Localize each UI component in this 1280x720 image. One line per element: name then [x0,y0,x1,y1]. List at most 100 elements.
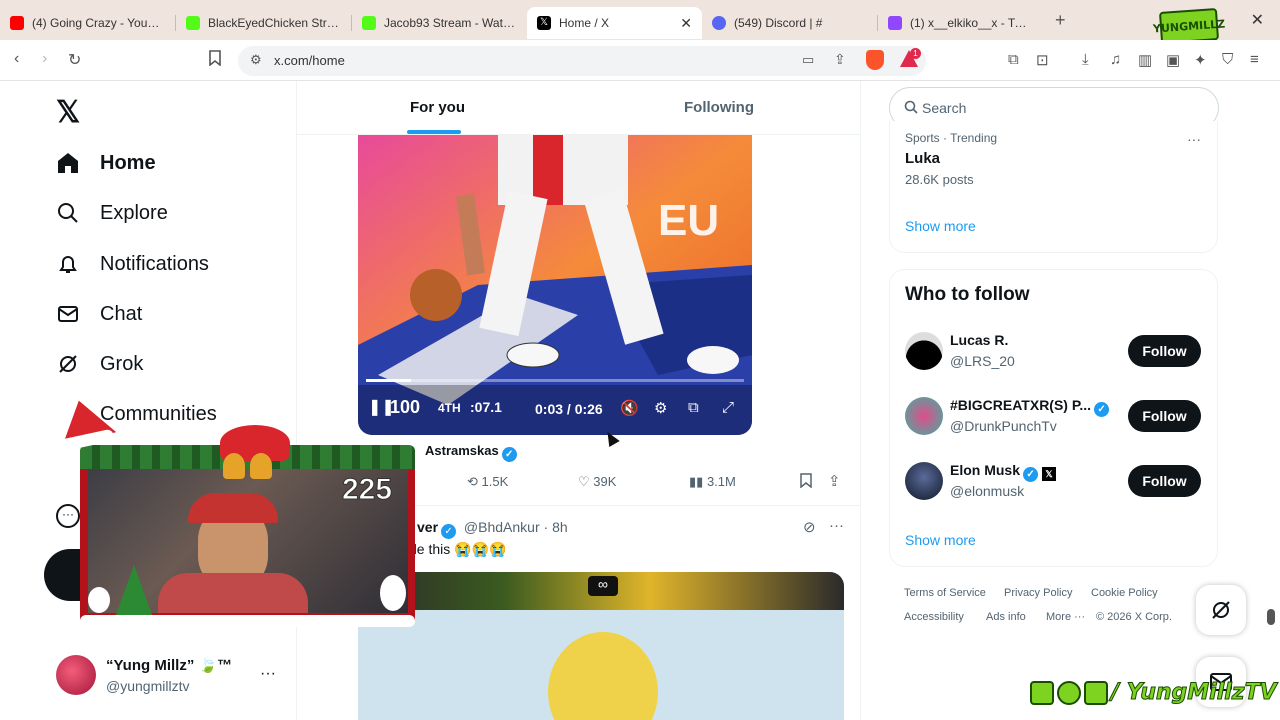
pip-icon[interactable]: ⧉ [688,399,699,416]
extensions-icon[interactable]: ⧉ [1008,51,1019,68]
trend-menu-icon[interactable]: ··· [1187,131,1201,147]
search-icon [904,100,918,119]
account-handle: @DrunkPunchTv [950,418,1057,434]
bell-icon [223,453,245,479]
tab-search-icon[interactable]: ⊡ [1036,51,1049,69]
post-video[interactable]: EU ❚❚ 100 4TH :07.1 0:03 / 0:26 🔇 ⚙ ⧉ ⤢ [358,135,752,435]
download-icon[interactable]: ⤓ [1082,51,1089,68]
nav-chat[interactable]: Chat [56,302,142,326]
views-button[interactable]: ▮▮ 3.1M [689,474,736,490]
tab-youtube[interactable]: (4) Going Crazy - YouTube [0,7,175,39]
x-logo-icon[interactable]: 𝕏 [56,95,80,130]
trend-name[interactable]: Luka [905,150,940,167]
follow-button[interactable]: Follow [1128,400,1201,432]
twitch-icon [1030,680,1054,705]
nav-notifications[interactable]: Notifications [56,252,209,276]
brave-shield-icon[interactable] [866,50,884,70]
rewards-badge: 1 [910,48,921,59]
wallet-icon[interactable]: ▣ [1166,51,1180,69]
more-icon[interactable]: ··· [56,504,80,528]
account-name[interactable]: Lucas R. [950,332,1008,348]
home-icon [56,151,80,175]
search-placeholder: Search [922,100,967,116]
tab-title: Jacob93 Stream - Watch Li [384,16,517,30]
mute-icon[interactable]: 🔇 [620,399,639,417]
vpn-icon[interactable]: ⛉ [1222,51,1233,68]
tab-title: (4) Going Crazy - YouTube [32,16,165,30]
cast-icon[interactable]: ▭ [802,52,814,68]
account-name[interactable]: Elon Musk ✓ 𝕏 [950,462,1057,482]
reload-icon[interactable]: ↻ [68,50,81,70]
menu-icon[interactable]: ≡ [1250,51,1259,68]
views-icon: ▮▮ [689,474,704,489]
profile-icon[interactable] [56,453,80,477]
nav-explore[interactable]: Explore [56,201,168,225]
post2-image[interactable]: ∞ [358,572,844,720]
sidebar-toggle-icon[interactable]: ▥ [1138,51,1152,69]
url-text[interactable]: x.com/home [274,53,345,68]
follow-button[interactable]: Follow [1128,465,1201,497]
forward-icon[interactable]: › [42,50,47,68]
avatar[interactable] [905,332,943,370]
grok-icon [56,352,80,376]
footer-privacy[interactable]: Privacy Policy [1004,587,1072,599]
post2-handle[interactable]: @BhdAnkur [464,519,540,535]
close-icon[interactable]: ✕ [680,15,692,32]
address-bar[interactable]: ⚙ x.com/home ▭ ⇪ 1 [238,46,926,76]
settings-icon[interactable]: ⚙ [654,399,667,417]
footer-more[interactable]: More ··· [1046,611,1085,623]
grok-float-button[interactable] [1196,585,1246,635]
retweet-button[interactable]: ⟲ 1.5K [467,474,508,490]
new-tab-button[interactable]: + [1055,10,1066,31]
scrollbar-thumb[interactable] [1267,609,1275,625]
tab-for-you[interactable]: For you [410,99,465,116]
avatar[interactable] [905,397,943,435]
post-menu-icon[interactable]: ··· [829,517,844,534]
trend-posts: 28.6K posts [905,172,974,187]
account-menu-icon[interactable]: ··· [260,665,276,683]
footer-cookie[interactable]: Cookie Policy [1091,587,1158,599]
account-handle: @LRS_20 [950,353,1015,369]
share-icon[interactable]: ⇪ [828,472,841,490]
trends-show-more[interactable]: Show more [905,218,976,234]
retweet-icon: ⟲ [467,474,478,489]
nav-label: Communities [100,402,217,425]
leo-ai-icon[interactable]: ✦ [1194,51,1207,69]
nav-grok[interactable]: Grok [56,352,143,376]
verified-icon: ✓ [501,447,517,462]
footer-terms[interactable]: Terms of Service [904,587,986,599]
tab-x-home[interactable]: 𝕏 Home / X ✕ [527,7,702,39]
video-progress-track[interactable] [366,379,744,382]
bookmark-icon[interactable] [208,50,222,71]
fullscreen-icon[interactable]: ⤢ [722,399,734,416]
share-icon[interactable]: ⇪ [834,51,846,68]
window-close-icon[interactable]: ✕ [1251,10,1264,30]
avatar[interactable] [56,655,96,695]
tab-kick-jacob93[interactable]: Jacob93 Stream - Watch Li [352,7,527,39]
avatar[interactable] [905,462,943,500]
follow-show-more[interactable]: Show more [905,532,976,548]
grok-icon[interactable]: ⊘ [803,518,816,536]
tab-twitch[interactable]: (1) x__elkiko__x - Twitc [878,7,1043,39]
x-affiliate-icon: 𝕏 [1042,467,1057,481]
active-tab-indicator [407,130,461,134]
like-button[interactable]: ♡ 39K [578,474,616,490]
back-icon[interactable]: ‹ [14,50,19,68]
tab-following[interactable]: Following [684,99,754,116]
nav-home[interactable]: Home [56,151,156,175]
account-name[interactable]: #BIGCREATXR(S) P... ✓ [950,397,1110,417]
footer-accessibility[interactable]: Accessibility [904,611,964,623]
footer-ads-info[interactable]: Ads info [986,611,1026,623]
music-icon[interactable]: ♫ [1110,51,1121,68]
tab-title: BlackEyedChicken Stream [208,16,341,30]
tab-kick-blackeyedchicken[interactable]: BlackEyedChicken Stream [176,7,351,39]
follow-button[interactable]: Follow [1128,335,1201,367]
snowman-icon [88,587,110,613]
search-icon [56,201,80,225]
mail-icon [56,302,80,326]
grok-icon [1212,601,1230,619]
post2-time[interactable]: 8h [552,519,568,535]
bookmark-icon[interactable] [800,473,812,492]
tab-discord[interactable]: (549) Discord | # [702,7,877,39]
site-settings-icon[interactable]: ⚙ [250,52,262,68]
